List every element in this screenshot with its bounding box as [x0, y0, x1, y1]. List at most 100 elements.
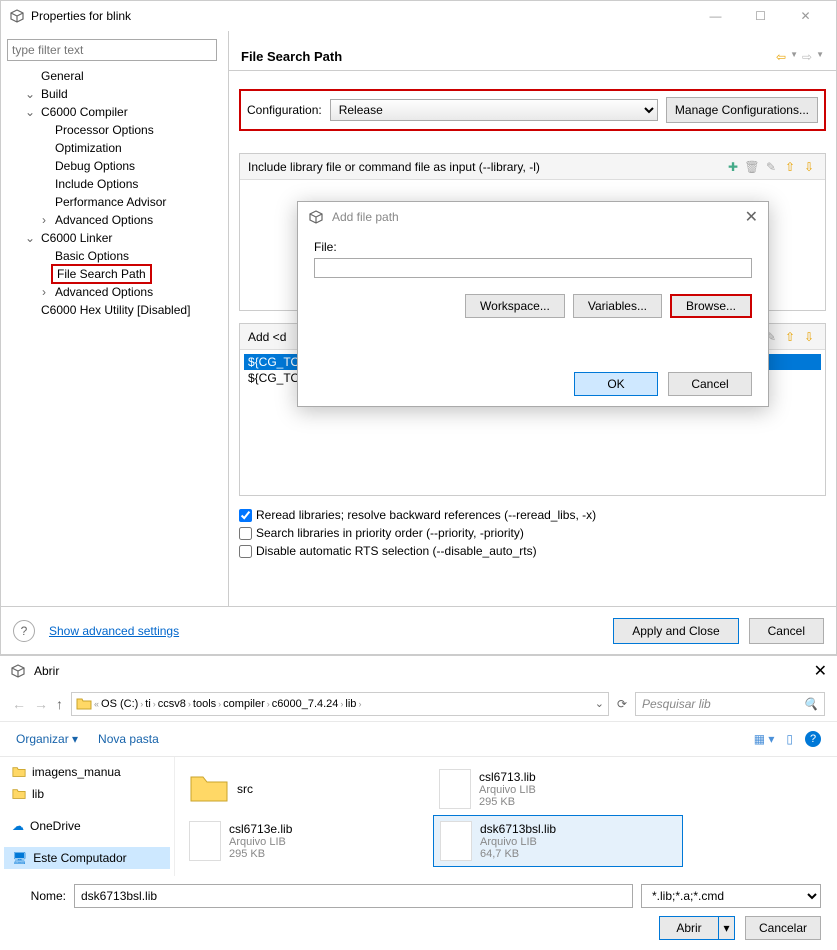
modal-cancel-button[interactable]: Cancel: [668, 372, 752, 396]
up-icon[interactable]: ⇧: [782, 159, 798, 175]
crumb[interactable]: lib: [345, 698, 356, 710]
show-advanced-link[interactable]: Show advanced settings: [49, 624, 179, 638]
help-icon[interactable]: ?: [805, 731, 821, 747]
maximize-button[interactable]: ☐: [738, 1, 783, 31]
add-icon[interactable]: ✚: [725, 159, 741, 175]
down-icon[interactable]: ⇩: [801, 329, 817, 345]
variables-button[interactable]: Variables...: [573, 294, 662, 318]
cube-icon: [308, 209, 324, 225]
tree-compiler[interactable]: ⌄C6000 Compiler: [9, 103, 224, 121]
folder-icon: [189, 773, 229, 805]
tree-perf[interactable]: Performance Advisor: [9, 193, 224, 211]
tree-hex[interactable]: C6000 Hex Utility [Disabled]: [9, 301, 224, 319]
navigation-panel: General ⌄Build ⌄C6000 Compiler Processor…: [1, 31, 229, 606]
fd-cancel-button[interactable]: Cancelar: [745, 916, 821, 940]
apply-close-button[interactable]: Apply and Close: [613, 618, 738, 644]
file-sidebar: imagens_manua lib ☁OneDrive 🖥Este Comput…: [0, 757, 175, 876]
browse-button[interactable]: Browse...: [670, 294, 752, 318]
edit-icon[interactable]: ✎: [763, 159, 779, 175]
modal-title: Add file path: [332, 210, 399, 224]
file-list: src csl6713.libArquivo LIB295 KB csl6713…: [175, 757, 837, 876]
chevron-right-icon: ›: [37, 213, 51, 227]
cancel-button[interactable]: Cancel: [749, 618, 824, 644]
tree-optimization[interactable]: Optimization: [9, 139, 224, 157]
file-dialog-title: Abrir: [34, 664, 59, 678]
delete-icon[interactable]: 🗑: [744, 159, 760, 175]
title-bar: Properties for blink — ☐ ✕: [1, 1, 836, 31]
crumb[interactable]: OS (C:): [101, 698, 138, 710]
refresh-icon[interactable]: ⟳: [617, 697, 627, 711]
view-icon[interactable]: ▦ ▾: [754, 732, 775, 746]
cube-icon: [10, 663, 26, 679]
minimize-button[interactable]: —: [693, 1, 738, 31]
priority-checkbox[interactable]: Search libraries in priority order (--pr…: [239, 526, 826, 540]
tree-build[interactable]: ⌄Build: [9, 85, 224, 103]
organize-button[interactable]: Organizar ▾: [16, 732, 78, 746]
file-open-dialog: Abrir ✕ ← → ↑ « OS (C:)› ti› ccsv8› tool…: [0, 655, 837, 950]
window-title: Properties for blink: [31, 9, 131, 23]
filename-input[interactable]: [74, 884, 633, 908]
crumb[interactable]: tools: [193, 698, 216, 710]
reread-checkbox[interactable]: Reread libraries; resolve backward refer…: [239, 508, 826, 522]
back-icon[interactable]: ⇦: [776, 50, 786, 64]
computer-icon: 🖥: [12, 851, 27, 865]
folder-icon: [76, 696, 92, 712]
crumb[interactable]: ti: [145, 698, 151, 710]
cloud-icon: ☁: [12, 819, 24, 833]
filter-select[interactable]: *.lib;*.a;*.cmd: [641, 884, 821, 908]
configuration-row: Configuration: Release Manage Configurat…: [239, 89, 826, 131]
close-icon[interactable]: ✕: [814, 661, 827, 681]
chevron-down-icon: ⌄: [23, 231, 37, 245]
file-icon: [439, 769, 471, 809]
workspace-button[interactable]: Workspace...: [465, 294, 565, 318]
nav-back-icon[interactable]: ←: [12, 696, 26, 712]
file-label: File:: [314, 240, 752, 254]
help-icon[interactable]: ?: [13, 620, 35, 642]
file-item-csl6713[interactable]: csl6713.libArquivo LIB295 KB: [433, 763, 683, 815]
tree-linker[interactable]: ⌄C6000 Linker: [9, 229, 224, 247]
chevron-down-icon[interactable]: ▾: [718, 917, 734, 939]
forward-icon[interactable]: ⇨: [802, 50, 812, 64]
preview-icon[interactable]: ▯: [786, 732, 793, 746]
nav-forward-icon[interactable]: →: [34, 696, 48, 712]
filter-input[interactable]: [7, 39, 217, 61]
tree-general[interactable]: General: [9, 67, 224, 85]
name-label: Nome:: [16, 889, 66, 903]
tree-debug[interactable]: Debug Options: [9, 157, 224, 175]
file-input[interactable]: [314, 258, 752, 278]
crumb[interactable]: ccsv8: [158, 698, 186, 710]
ok-button[interactable]: OK: [574, 372, 658, 396]
sidebar-item-imagens[interactable]: imagens_manua: [4, 761, 170, 783]
back-menu-icon[interactable]: ▼: [790, 50, 798, 64]
configuration-select[interactable]: Release: [330, 99, 658, 121]
up-icon[interactable]: ⇧: [782, 329, 798, 345]
manage-configs-button[interactable]: Manage Configurations...: [666, 97, 818, 123]
new-folder-button[interactable]: Nova pasta: [98, 732, 159, 746]
chevron-right-icon: ›: [37, 285, 51, 299]
add-file-path-dialog: Add file path ✕ File: Workspace... Varia…: [297, 201, 769, 407]
close-button[interactable]: ✕: [783, 1, 828, 31]
forward-menu-icon[interactable]: ▼: [816, 50, 824, 64]
open-button[interactable]: Abrir▾: [659, 916, 735, 940]
file-item-csl6713e[interactable]: csl6713e.libArquivo LIB295 KB: [183, 815, 433, 867]
file-item-src[interactable]: src: [183, 763, 433, 815]
tree-filesearch[interactable]: File Search Path: [9, 265, 224, 283]
nav-up-icon[interactable]: ↑: [56, 696, 63, 712]
down-icon[interactable]: ⇩: [801, 159, 817, 175]
tree-include[interactable]: Include Options: [9, 175, 224, 193]
tree-processor[interactable]: Processor Options: [9, 121, 224, 139]
breadcrumb[interactable]: « OS (C:)› ti› ccsv8› tools› compiler› c…: [71, 692, 609, 716]
disable-rts-checkbox[interactable]: Disable automatic RTS selection (--disab…: [239, 544, 826, 558]
sidebar-item-lib[interactable]: lib: [4, 783, 170, 805]
search-input[interactable]: Pesquisar lib 🔍: [635, 692, 825, 716]
crumb[interactable]: c6000_7.4.24: [272, 698, 339, 710]
file-item-dsk[interactable]: dsk6713bsl.libArquivo LIB64,7 KB: [433, 815, 683, 867]
search-icon: 🔍: [803, 697, 818, 711]
close-icon[interactable]: ✕: [745, 207, 758, 227]
tree-adv1[interactable]: ›Advanced Options: [9, 211, 224, 229]
crumb[interactable]: compiler: [223, 698, 265, 710]
tree-basic[interactable]: Basic Options: [9, 247, 224, 265]
sidebar-item-onedrive[interactable]: ☁OneDrive: [4, 815, 170, 837]
sidebar-item-computer[interactable]: 🖥Este Computador: [4, 847, 170, 869]
tree-adv2[interactable]: ›Advanced Options: [9, 283, 224, 301]
